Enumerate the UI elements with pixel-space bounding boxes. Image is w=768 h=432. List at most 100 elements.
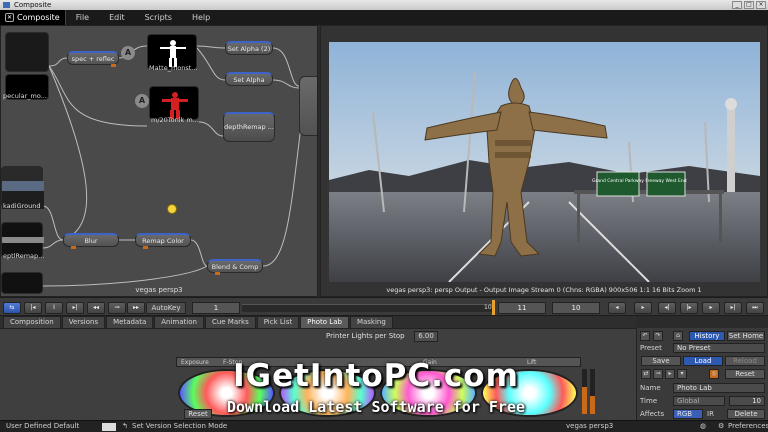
undo-icon[interactable]: ↶ — [640, 331, 650, 341]
close-button[interactable]: × — [756, 1, 766, 9]
node-graph[interactable]: pecular_mo... spec + reflec A Matte_mons… — [0, 25, 318, 297]
tab-photo-lab[interactable]: Photo Lab — [300, 316, 349, 328]
col-lift[interactable]: Lift — [527, 359, 536, 366]
go-end-button[interactable]: ▸| — [66, 302, 84, 314]
alpha-node-icon[interactable]: A — [121, 46, 135, 60]
globe-icon[interactable]: ◍ — [700, 421, 706, 432]
tab-animation[interactable]: Animation — [154, 316, 204, 328]
frame-marker-label: 10 — [484, 304, 492, 311]
property-tabs: Composition Versions Metadata Animation … — [0, 316, 636, 328]
minimize-button[interactable]: _ — [732, 1, 742, 9]
time-number-field[interactable]: 10 — [729, 396, 765, 406]
key-button[interactable]: ⊸ — [108, 302, 126, 314]
gain-slider[interactable] — [590, 369, 595, 414]
affects-dropdown[interactable]: RGB — [673, 409, 703, 419]
composite-menu[interactable]: ✕ Composite — [0, 10, 66, 25]
menu-scripts[interactable]: Scripts — [135, 13, 182, 22]
status-mid: Set Version Selection Mode — [132, 422, 228, 430]
history-button[interactable]: History — [689, 331, 725, 341]
node-matte-monst: Matte_monst... — [149, 64, 198, 72]
step-back-button[interactable]: ◂◂ — [87, 302, 105, 314]
timeline-scrubber[interactable] — [242, 304, 492, 312]
tab-pick-list[interactable]: Pick List — [256, 316, 300, 328]
node-set-alpha-2[interactable]: Set Alpha (2) — [225, 41, 273, 55]
next-icon[interactable]: ▸ — [665, 369, 675, 379]
node-depth-remap-a[interactable]: depthRemap ... — [223, 112, 275, 142]
node-spec-reflec[interactable]: spec + reflec — [67, 51, 119, 65]
play-reverse-button[interactable]: ◂ — [608, 302, 626, 314]
window-titlebar: Composite _ □ × — [0, 0, 768, 10]
node-blend-comp[interactable]: Blend & Comp — [207, 259, 263, 273]
redo-icon[interactable]: ↷ — [653, 331, 663, 341]
monster-scene-image: Grand Central Parkway Freeway West End — [329, 42, 760, 282]
preferences-link[interactable]: Preferences — [728, 421, 768, 432]
alpha-node-icon-2[interactable]: A — [135, 94, 149, 108]
frame-input[interactable]: 1 — [192, 302, 240, 314]
tab-metadata[interactable]: Metadata — [106, 316, 154, 328]
name-field[interactable]: Photo Lab — [673, 383, 765, 393]
tab-cue-marks[interactable]: Cue Marks — [204, 316, 256, 328]
forward-button[interactable]: ▸ — [702, 302, 720, 314]
filter-icon[interactable]: ▾ — [677, 369, 687, 379]
light-bulb-icon[interactable] — [167, 204, 177, 214]
end-frame-field[interactable]: 10 — [552, 302, 600, 314]
play-button[interactable]: ▸ — [634, 302, 652, 314]
col-exposure[interactable]: Exposure — [181, 359, 209, 366]
color-wheel-3[interactable] — [380, 369, 477, 417]
zt-onik-thumbnail[interactable] — [149, 86, 199, 120]
step-forward-button[interactable]: ▸▸ — [127, 302, 145, 314]
composite-logo-icon: ✕ — [5, 13, 14, 22]
maximize-button[interactable]: □ — [744, 1, 754, 9]
col-fstop[interactable]: F-Stop — [223, 359, 242, 366]
prefs-icon[interactable]: ⚙ — [718, 421, 724, 432]
reset-button[interactable]: Reset — [725, 369, 765, 379]
tab-versions[interactable]: Versions — [61, 316, 106, 328]
key-icon[interactable]: ⊸ — [653, 369, 663, 379]
playhead[interactable] — [492, 300, 495, 315]
color-wheel-4[interactable] — [481, 369, 578, 417]
next-key-button[interactable]: ▸| — [724, 302, 742, 314]
lift-slider[interactable] — [582, 369, 587, 414]
reset-icon[interactable]: ◎ — [709, 369, 719, 379]
go-start-button[interactable]: |◂ — [24, 302, 42, 314]
tab-composition[interactable]: Composition — [3, 316, 61, 328]
preset-dropdown[interactable]: No Preset — [673, 343, 765, 353]
menu-bar: ✕ Composite File Edit Scripts Help — [0, 10, 768, 25]
reload-preset-button[interactable]: Reload — [725, 356, 765, 366]
end-button[interactable]: ⏭ — [746, 302, 764, 314]
viewer-image[interactable]: Grand Central Parkway Freeway West End — [329, 42, 760, 310]
keyboard-icon[interactable] — [102, 423, 116, 431]
delete-button[interactable]: Delete — [727, 409, 765, 419]
time-field[interactable]: Global — [673, 396, 725, 406]
set-in-button[interactable]: I — [45, 302, 63, 314]
autokey-toggle[interactable]: AutoKey — [146, 302, 186, 314]
specular-thumbnail[interactable] — [5, 32, 49, 72]
current-frame-field[interactable]: 11 — [498, 302, 546, 314]
menu-edit[interactable]: Edit — [99, 13, 135, 22]
node-remap-color[interactable]: Remap Color — [135, 233, 191, 247]
save-preset-button[interactable]: Save — [641, 356, 681, 366]
color-wheel-2[interactable] — [279, 369, 376, 417]
load-preset-button[interactable]: Load — [683, 356, 723, 366]
prev-key-button[interactable]: ◂| — [658, 302, 676, 314]
node-set-alpha[interactable]: Set Alpha — [225, 72, 273, 86]
loop-button[interactable]: ⇆ — [3, 302, 21, 314]
menu-help[interactable]: Help — [182, 13, 220, 22]
image-viewer[interactable]: Grand Central Parkway Freeway West End v… — [320, 25, 768, 297]
link-icon[interactable]: ⇄ — [641, 369, 651, 379]
tab-masking[interactable]: Masking — [349, 316, 393, 328]
home-icon[interactable]: ⌂ — [673, 331, 683, 341]
reset-exposure-button[interactable]: Reset — [184, 409, 212, 419]
next-frame-button[interactable]: |▸ — [680, 302, 698, 314]
sign-left-text: Grand Central Parkway — [592, 178, 644, 184]
composite-label: Composite — [17, 13, 60, 22]
node-offscreen[interactable] — [299, 76, 317, 136]
col-gain[interactable]: Gain — [423, 359, 437, 366]
window-title: Composite — [14, 1, 52, 9]
printer-lights-input[interactable]: 6.00 — [414, 331, 438, 342]
timeline-bar: ⇆ |◂ I ▸| ◂◂ ⊸ ▸▸ AutoKey 1 10 11 10 ◂ ▸… — [0, 297, 768, 316]
menu-file[interactable]: File — [66, 13, 99, 22]
set-home-button[interactable]: Set Home — [727, 331, 765, 341]
printer-lights-label: Printer Lights per Stop — [326, 332, 405, 340]
node-blur[interactable]: Blur — [63, 233, 119, 247]
